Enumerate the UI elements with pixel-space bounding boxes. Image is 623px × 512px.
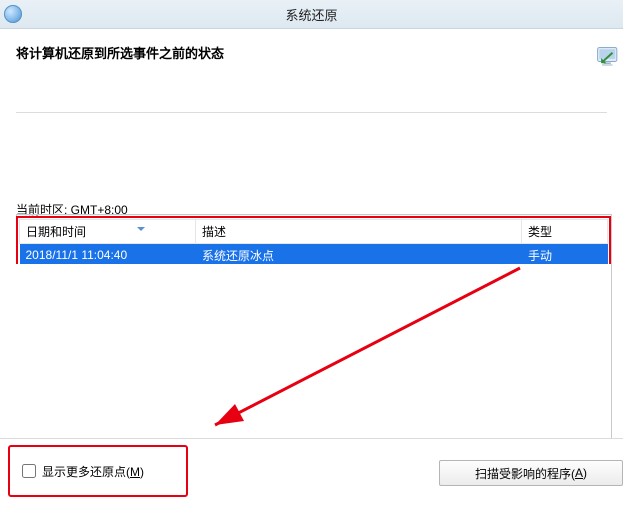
show-more-restore-points-checkbox[interactable] (22, 464, 36, 478)
cell-datetime: 2018/11/1 11:04:40 (20, 244, 196, 267)
chk-label-suffix: ) (140, 465, 144, 479)
system-restore-window: 系统还原 将计算机还原到所选事件之前的状态 当前时区: GMT+8:00 (0, 0, 623, 512)
page-heading: 将计算机还原到所选事件之前的状态 (16, 43, 607, 62)
cell-description: 系统还原冰点 (196, 244, 522, 267)
table-empty-area (16, 264, 611, 438)
table-header-row[interactable]: 日期和时间 描述 类型 (20, 220, 608, 244)
sort-desc-icon (137, 227, 145, 231)
show-more-restore-points-highlight: 显示更多还原点(M) (8, 445, 188, 497)
system-restore-icon (4, 5, 22, 23)
col-datetime[interactable]: 日期和时间 (20, 220, 196, 244)
monitor-arrow-icon (595, 44, 623, 72)
window-title: 系统还原 (285, 5, 337, 24)
col-type-label: 类型 (528, 225, 552, 239)
show-more-restore-points-label[interactable]: 显示更多还原点(M) (42, 463, 144, 480)
cell-type: 手动 (522, 244, 608, 267)
divider (16, 112, 607, 113)
col-description-label: 描述 (202, 225, 226, 239)
restore-points-table-highlight: 日期和时间 描述 类型 2018/11/1 11:04:40 系统还原冰点 手动 (16, 216, 611, 268)
titlebar: 系统还原 (0, 0, 623, 29)
scan-btn-accel: A (575, 466, 583, 480)
col-description[interactable]: 描述 (196, 220, 522, 244)
table-row[interactable]: 2018/11/1 11:04:40 系统还原冰点 手动 (20, 244, 608, 267)
chk-label-accel: M (130, 465, 140, 479)
col-datetime-label: 日期和时间 (26, 225, 86, 239)
chk-label-prefix: 显示更多还原点( (42, 465, 130, 479)
col-type[interactable]: 类型 (522, 220, 608, 244)
scan-affected-programs-button[interactable]: 扫描受影响的程序(A) (439, 460, 623, 486)
content-area: 将计算机还原到所选事件之前的状态 当前时区: GMT+8:00 (0, 29, 623, 218)
restore-points-table[interactable]: 日期和时间 描述 类型 2018/11/1 11:04:40 系统还原冰点 手动 (19, 219, 608, 266)
scan-btn-prefix: 扫描受影响的程序( (475, 465, 575, 482)
scan-btn-suffix: ) (583, 466, 587, 480)
